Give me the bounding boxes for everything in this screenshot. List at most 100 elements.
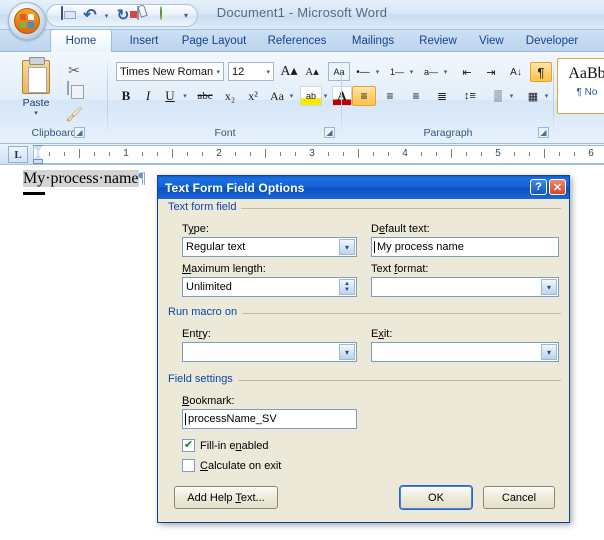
tab-developer[interactable]: Developer xyxy=(516,30,588,52)
ruler-number: 5 xyxy=(495,148,501,159)
align-center-icon[interactable]: ≡ xyxy=(378,86,402,106)
bold-icon[interactable]: B xyxy=(116,86,136,106)
shrink-font-icon[interactable]: A▴ xyxy=(301,62,323,81)
tab-insert[interactable]: Insert xyxy=(120,30,168,52)
clipboard-dialog-launcher[interactable]: ◢ xyxy=(74,127,85,138)
spin-down-icon[interactable]: ▼ xyxy=(344,287,350,293)
type-dropdown-arrow-icon[interactable]: ▾ xyxy=(339,239,355,255)
change-case-icon[interactable]: Aa xyxy=(266,86,288,106)
calculate-on-exit-checkbox[interactable] xyxy=(182,459,195,472)
cut-icon[interactable]: ✂ xyxy=(64,60,84,80)
bullets-icon[interactable]: •— xyxy=(352,62,374,82)
cancel-button[interactable]: Cancel xyxy=(483,486,555,509)
quick-access-toolbar: ↶ ▾ ↻ ▾ xyxy=(46,4,199,27)
type-label: Type: xyxy=(182,223,209,235)
dialog-titlebar[interactable]: Text Form Field Options ? ✕ xyxy=(158,176,569,199)
change-case-arrow-icon[interactable]: ▾ xyxy=(287,86,296,106)
underline-icon[interactable]: U xyxy=(160,86,180,106)
maximum-length-spinner[interactable]: ▲ ▼ xyxy=(339,279,355,295)
underline-dropdown-arrow-icon[interactable]: ▾ xyxy=(180,86,190,106)
numbering-arrow-icon[interactable]: ▾ xyxy=(407,62,416,82)
form-field-text[interactable]: My·process·name xyxy=(23,170,139,187)
ruler-number: 6 xyxy=(588,148,594,159)
paste-button[interactable]: Paste ▾ xyxy=(14,57,58,124)
ok-button[interactable]: OK xyxy=(400,486,472,509)
borders-arrow-icon[interactable]: ▾ xyxy=(542,86,551,106)
font-name-arrow-icon[interactable]: ▾ xyxy=(216,68,220,76)
fill-in-enabled-checkbox-row[interactable]: Fill-in enabled xyxy=(182,438,269,452)
dialog-close-icon[interactable]: ✕ xyxy=(549,179,566,195)
undo-icon[interactable]: ↶ xyxy=(81,7,99,25)
format-painter-icon[interactable]: 🖌 xyxy=(64,104,84,124)
numbering-icon[interactable]: 1— xyxy=(386,62,408,82)
strikethrough-icon[interactable]: abc xyxy=(193,86,217,106)
copy-icon[interactable] xyxy=(64,81,84,102)
superscript-icon[interactable]: x² xyxy=(242,86,264,106)
exit-dropdown[interactable]: ▾ xyxy=(371,342,559,362)
superscript-label: x² xyxy=(248,88,258,103)
tab-review[interactable]: Review xyxy=(410,30,466,52)
shading-arrow-icon[interactable]: ▾ xyxy=(507,86,516,106)
subscript-icon[interactable]: x₂ xyxy=(219,86,241,106)
show-formatting-marks-icon[interactable]: ¶ xyxy=(530,62,552,82)
highlight-arrow-icon[interactable]: ▾ xyxy=(321,86,330,106)
style-gallery-item-normal[interactable]: AaBb ¶ No xyxy=(557,58,604,114)
text-highlight-icon[interactable]: ab xyxy=(300,86,322,106)
ribbon-group-paragraph: •— ▾ 1— ▾ a— ▾ ⇤ ⇥ A↓ ¶ ≡ ≡ ≡ ≣ ↕≡ ▒ ▾ ▦… xyxy=(342,54,554,140)
green-status-icon[interactable] xyxy=(158,5,176,25)
tab-view[interactable]: View xyxy=(470,30,512,52)
tab-references[interactable]: References xyxy=(258,30,336,52)
type-dropdown[interactable]: Regular text ▾ xyxy=(182,237,357,257)
group-run-macro-on: Run macro on Entry: ▾ Exit: ▾ xyxy=(168,306,561,378)
maximum-length-input[interactable]: Unlimited ▲ ▼ xyxy=(182,277,357,297)
paste-dropdown-arrow-icon[interactable]: ▾ xyxy=(14,109,58,117)
font-size-arrow-icon[interactable]: ▾ xyxy=(266,68,270,76)
ruler-number: 1 xyxy=(123,148,129,159)
increase-indent-icon[interactable]: ⇥ xyxy=(480,62,502,82)
undo-dropdown-arrow-icon[interactable]: ▾ xyxy=(103,12,110,20)
exit-dropdown-arrow-icon[interactable]: ▾ xyxy=(541,344,557,360)
calculate-on-exit-checkbox-row[interactable]: Calculate on exit xyxy=(182,459,281,472)
left-indent-marker[interactable] xyxy=(33,159,43,164)
bullets-arrow-icon[interactable]: ▾ xyxy=(373,62,382,82)
bookmark-input[interactable]: processName_SV xyxy=(182,409,357,429)
justify-icon[interactable]: ≣ xyxy=(430,86,454,106)
entry-dropdown[interactable]: ▾ xyxy=(182,342,357,362)
document-paragraph[interactable]: My·process·name¶ xyxy=(23,170,146,188)
ribbon-group-label-paragraph: Paragraph xyxy=(423,127,473,139)
dialog-help-icon[interactable]: ? xyxy=(530,179,547,195)
tab-page-layout[interactable]: Page Layout xyxy=(172,30,256,52)
multilevel-list-arrow-icon[interactable]: ▾ xyxy=(441,62,450,82)
grow-font-icon[interactable]: A▴ xyxy=(278,62,300,81)
decrease-indent-icon[interactable]: ⇤ xyxy=(456,62,478,82)
font-size-combo[interactable]: 12 ▾ xyxy=(228,62,274,81)
line-spacing-icon[interactable]: ↕≡ xyxy=(459,86,481,106)
default-text-input[interactable]: My process name xyxy=(371,237,559,257)
tab-stop-selector[interactable]: L xyxy=(8,146,28,163)
group-title-run-macro-on: Run macro on xyxy=(168,306,243,318)
add-help-text-label: Add Help Text... xyxy=(187,491,265,504)
tab-mailings[interactable]: Mailings xyxy=(340,30,406,52)
align-left-icon[interactable]: ≡ xyxy=(352,86,376,106)
text-format-dropdown[interactable]: ▾ xyxy=(371,277,559,297)
customize-qat-arrow-icon[interactable]: ▾ xyxy=(184,11,188,20)
sort-icon[interactable]: A↓ xyxy=(505,62,527,82)
save-icon[interactable] xyxy=(59,5,77,25)
italic-icon[interactable]: I xyxy=(138,86,158,106)
paragraph-dialog-launcher[interactable]: ◢ xyxy=(538,127,549,138)
shading-icon[interactable]: ▒ xyxy=(487,86,509,106)
align-right-icon[interactable]: ≡ xyxy=(404,86,428,106)
horizontal-ruler[interactable]: L 1 2 3 4 5 6 xyxy=(0,144,604,165)
office-button[interactable] xyxy=(8,2,46,40)
font-name-combo[interactable]: Times New Roman ▾ xyxy=(116,62,224,81)
fill-in-enabled-checkbox[interactable] xyxy=(182,438,195,452)
print-preview-icon[interactable] xyxy=(136,5,154,25)
font-dialog-launcher[interactable]: ◢ xyxy=(324,127,335,138)
text-format-dropdown-arrow-icon[interactable]: ▾ xyxy=(541,279,557,295)
add-help-text-button[interactable]: Add Help Text... xyxy=(174,486,278,509)
tab-home[interactable]: Home xyxy=(50,29,112,52)
entry-dropdown-arrow-icon[interactable]: ▾ xyxy=(339,344,355,360)
multilevel-list-icon[interactable]: a— xyxy=(420,62,442,82)
borders-icon[interactable]: ▦ xyxy=(522,86,544,106)
word-application-window: Document1 - Microsoft Word ↶ ▾ ↻ ▾ Home … xyxy=(0,0,604,540)
